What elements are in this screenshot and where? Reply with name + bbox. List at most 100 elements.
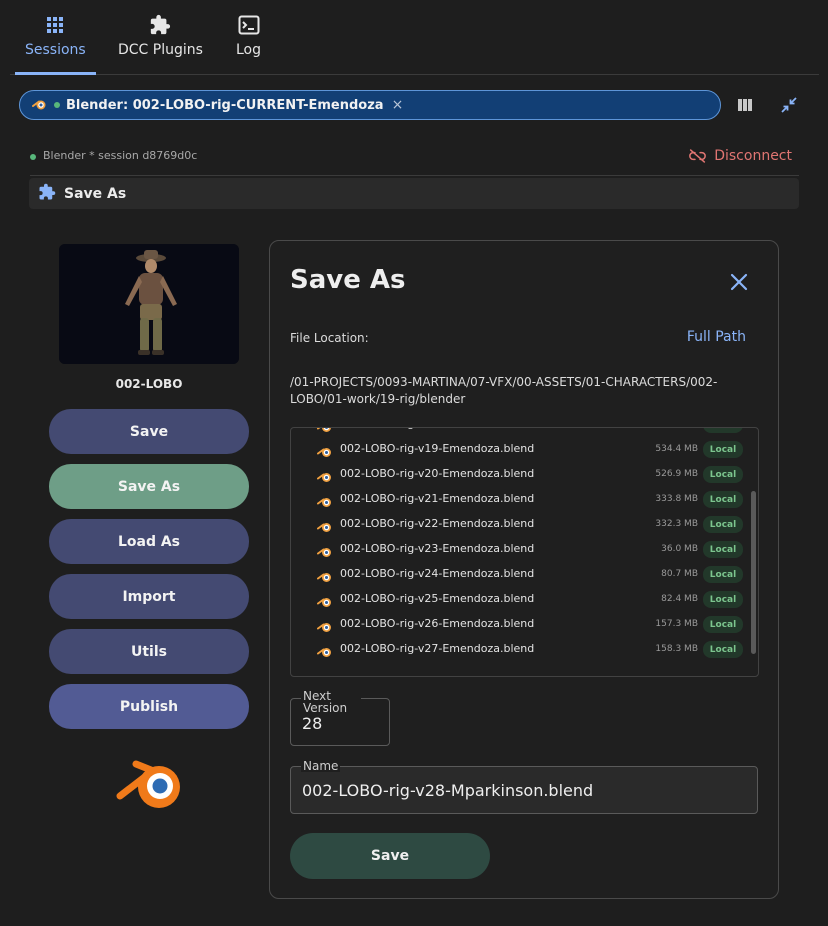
file-list[interactable]: 002-LOBO-rig-v18-Emendoza.blend 534.4 MB L… — [290, 427, 759, 677]
blender-logo — [114, 756, 184, 814]
tab-log-label: Log — [236, 42, 262, 58]
session-chip-label: Blender: 002-LOBO-rig-CURRENT-Emendoza — [66, 97, 384, 113]
publish-button[interactable]: Publish — [49, 684, 249, 729]
save-as-button[interactable]: Save As — [49, 464, 249, 509]
blender-icon — [317, 468, 333, 487]
file-size: 158.3 MB — [655, 644, 698, 654]
blender-icon — [317, 443, 333, 462]
disconnect-label: Disconnect — [714, 148, 792, 164]
session-chip[interactable]: Blender: 002-LOBO-rig-CURRENT-Emendoza × — [19, 90, 721, 120]
columns-icon[interactable] — [736, 96, 754, 114]
blender-icon — [317, 593, 333, 612]
status-badge: Local — [703, 541, 743, 558]
load-as-button[interactable]: Load As — [49, 519, 249, 564]
file-row[interactable]: 002-LOBO-rig-v19-Emendoza.blend 534.4 MB L… — [291, 437, 746, 462]
file-row[interactable]: 002-LOBO-rig-v23-Emendoza.blend 36.0 MB Lo… — [291, 537, 746, 562]
file-name: 002-LOBO-rig-v19-Emendoza.blend — [340, 442, 535, 455]
unlink-icon — [689, 149, 707, 163]
file-name: 002-LOBO-rig-v22-Emendoza.blend — [340, 517, 535, 530]
full-path-link[interactable]: Full Path — [687, 329, 746, 345]
file-size: 80.7 MB — [661, 569, 698, 579]
section-title: Save As — [64, 185, 127, 202]
status-badge: Local — [703, 616, 743, 633]
status-badge: Local — [703, 428, 743, 433]
tab-dcc-plugins[interactable]: DCC Plugins — [118, 14, 203, 58]
file-name: 002-LOBO-rig-v25-Emendoza.blend — [340, 592, 535, 605]
blender-icon — [32, 96, 48, 115]
name-value: 002-LOBO-rig-v28-Mparkinson.blend — [302, 781, 594, 800]
tab-sessions[interactable]: Sessions — [15, 14, 96, 75]
file-row[interactable]: 002-LOBO-rig-v26-Emendoza.blend 157.3 MB L… — [291, 612, 746, 637]
next-version-field[interactable]: Next Version 28 — [290, 690, 390, 746]
name-field[interactable]: Name 002-LOBO-rig-v28-Mparkinson.blend — [290, 760, 758, 814]
file-name: 002-LOBO-rig-v21-Emendoza.blend — [340, 492, 535, 505]
file-size: 333.8 MB — [655, 494, 698, 504]
file-location-path: /01-PROJECTS/0093-MARTINA/07-VFX/00-ASSE… — [290, 375, 718, 406]
grid-icon — [46, 14, 64, 36]
file-row[interactable]: 002-LOBO-rig-v21-Emendoza.blend 333.8 MB L… — [291, 487, 746, 512]
status-badge: Local — [703, 466, 743, 483]
blender-icon — [317, 543, 333, 562]
divider — [30, 175, 799, 176]
file-row[interactable]: 002-LOBO-rig-v22-Emendoza.blend 332.3 MB L… — [291, 512, 746, 537]
puzzle-icon — [38, 183, 56, 205]
disconnect-button[interactable]: Disconnect — [689, 148, 792, 164]
save-button[interactable]: Save — [49, 409, 249, 454]
name-label: Name — [301, 759, 341, 773]
section-header: Save As — [29, 178, 799, 209]
file-row[interactable]: 002-LOBO-rig-v20-Emendoza.blend 526.9 MB L… — [291, 462, 746, 487]
file-name: 002-LOBO-rig-v23-Emendoza.blend — [340, 542, 535, 555]
tab-dcc-plugins-label: DCC Plugins — [118, 42, 203, 58]
blender-icon — [317, 643, 333, 662]
file-row[interactable]: 002-LOBO-rig-v18-Emendoza.blend 534.4 MB L… — [291, 428, 746, 437]
blender-icon — [317, 518, 333, 537]
blender-icon — [317, 568, 333, 587]
file-size: 332.3 MB — [655, 519, 698, 529]
file-size: 157.3 MB — [655, 619, 698, 629]
save-as-dialog: Save As File Location: Full Path /01-PRO… — [269, 240, 779, 899]
file-name: 002-LOBO-rig-v26-Emendoza.blend — [340, 617, 535, 630]
dialog-save-button[interactable]: Save — [290, 833, 490, 879]
file-size: 526.9 MB — [655, 469, 698, 479]
blender-icon — [317, 493, 333, 512]
blender-icon — [317, 428, 333, 437]
utils-button[interactable]: Utils — [49, 629, 249, 674]
status-badge: Local — [703, 441, 743, 458]
terminal-icon — [238, 14, 260, 36]
status-badge: Local — [703, 491, 743, 508]
import-button[interactable]: Import — [49, 574, 249, 619]
status-badge: Local — [703, 516, 743, 533]
tab-sessions-label: Sessions — [25, 42, 86, 58]
file-size: 36.0 MB — [661, 544, 698, 554]
file-location-label: File Location: — [290, 331, 369, 345]
session-status-row: Blender * session d8769d0c Disconnect — [30, 148, 800, 166]
close-icon[interactable]: × — [392, 97, 404, 113]
file-name: 002-LOBO-rig-v24-Emendoza.blend — [340, 567, 535, 580]
session-status-dot — [54, 102, 60, 108]
asset-thumbnail — [59, 244, 239, 364]
dialog-title: Save As — [290, 265, 406, 295]
tab-log[interactable]: Log — [236, 14, 261, 58]
collapse-icon[interactable] — [780, 96, 798, 114]
file-size: 82.4 MB — [661, 594, 698, 604]
close-icon[interactable] — [730, 273, 748, 291]
file-name: 002-LOBO-rig-v20-Emendoza.blend — [340, 467, 535, 480]
session-status-text: Blender * session d8769d0c — [43, 149, 198, 162]
next-version-value: 28 — [302, 714, 323, 733]
file-row[interactable]: 002-LOBO-rig-v24-Emendoza.blend 80.7 MB Lo… — [291, 562, 746, 587]
file-name: 002-LOBO-rig-v18-Emendoza.blend — [340, 428, 534, 430]
file-size: 534.4 MB — [655, 428, 698, 429]
asset-name: 002-LOBO — [115, 377, 183, 391]
file-row[interactable]: 002-LOBO-rig-v25-Emendoza.blend 82.4 MB Lo… — [291, 587, 746, 612]
scrollbar[interactable] — [751, 491, 756, 654]
file-name: 002-LOBO-rig-v27-Emendoza.blend — [340, 642, 535, 655]
status-badge: Local — [703, 641, 743, 658]
file-size: 534.4 MB — [655, 444, 698, 454]
status-dot — [30, 154, 36, 160]
puzzle-icon — [149, 14, 171, 36]
status-badge: Local — [703, 566, 743, 583]
blender-icon — [317, 618, 333, 637]
top-nav: Sessions DCC Plugins Log — [10, 0, 819, 75]
file-row[interactable]: 002-LOBO-rig-v27-Emendoza.blend 158.3 MB L… — [291, 637, 746, 662]
next-version-label: Next Version — [301, 690, 361, 714]
